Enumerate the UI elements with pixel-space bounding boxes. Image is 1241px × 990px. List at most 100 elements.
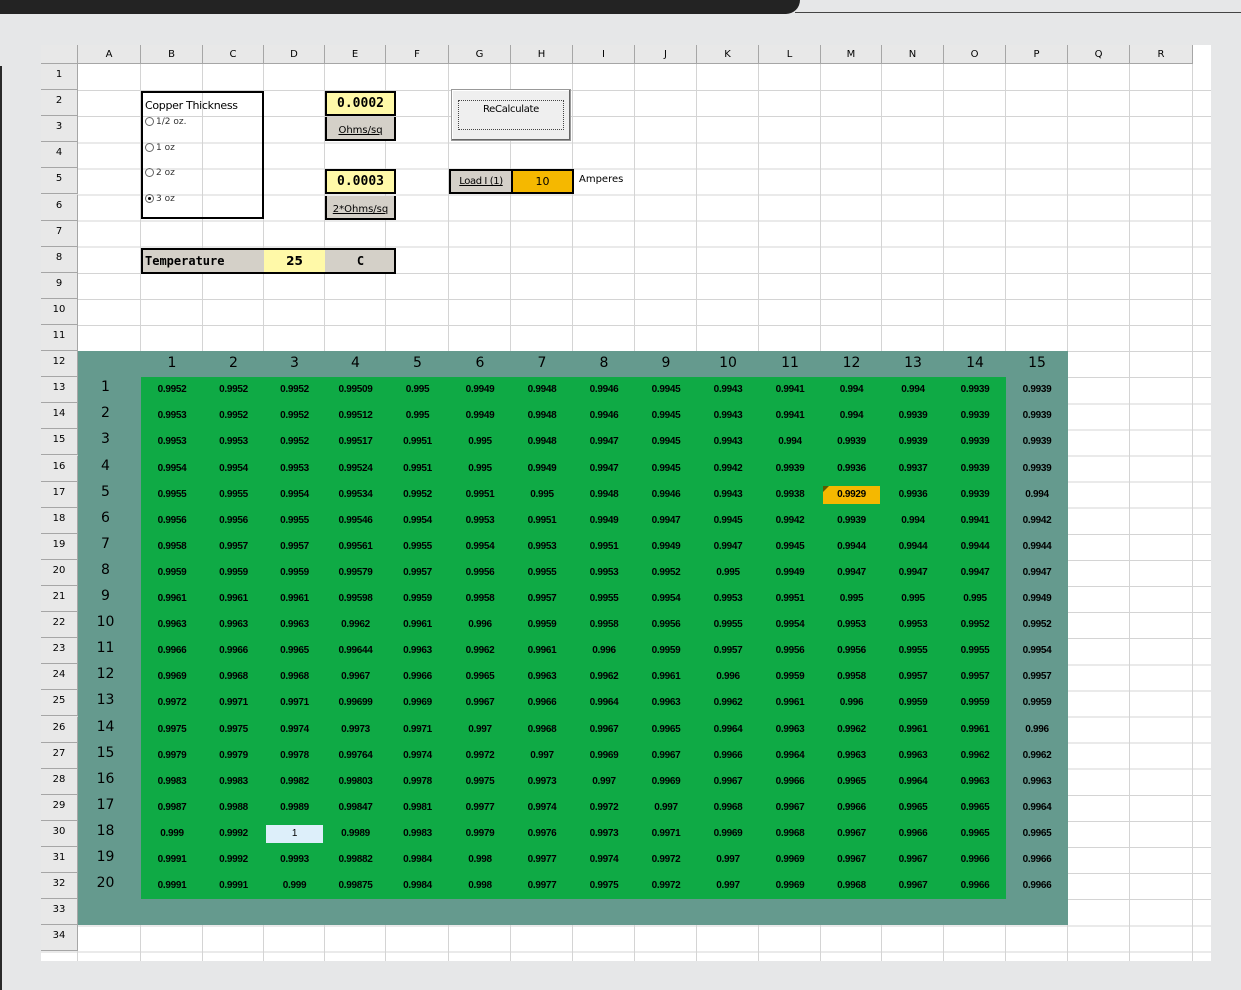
matrix-cell[interactable]: 0.999	[143, 825, 201, 843]
matrix-cell[interactable]: 0.9956	[143, 512, 201, 530]
matrix-cell[interactable]: 0.9964	[761, 747, 819, 765]
matrix-cell[interactable]: 0.9954	[388, 512, 447, 530]
matrix-cell[interactable]: 0.9972	[143, 694, 201, 712]
matrix-cell[interactable]: 0.9944	[884, 538, 942, 556]
matrix-cell[interactable]: 0.9951	[575, 538, 633, 556]
matrix-cell[interactable]: 0.9963	[143, 616, 201, 634]
matrix-cell[interactable]: 0.9965	[946, 825, 1004, 843]
matrix-cell[interactable]: 0.9955	[388, 538, 447, 556]
matrix-cell[interactable]: 0.99644	[327, 642, 384, 660]
matrix-cell[interactable]: 0.9962	[699, 694, 757, 712]
matrix-cell[interactable]: 0.9959	[761, 668, 819, 686]
matrix-cell[interactable]: 0.9949	[637, 538, 695, 556]
matrix-cell[interactable]: 0.9983	[205, 773, 262, 791]
matrix-cell[interactable]: 0.9966	[946, 877, 1004, 895]
resistance2-value[interactable]: 0.0003	[325, 169, 396, 195]
matrix-cell[interactable]: 0.9952	[205, 407, 262, 425]
matrix-cell[interactable]: 0.9973	[513, 773, 571, 791]
matrix-cell[interactable]: 0.9954	[143, 460, 201, 478]
matrix-cell[interactable]: 0.9974	[266, 721, 323, 739]
matrix-cell[interactable]: 0.9956	[205, 512, 262, 530]
matrix-cell[interactable]: 0.9943	[699, 486, 757, 504]
matrix-cell[interactable]: 0.9992	[205, 825, 262, 843]
matrix-cell[interactable]: 0.9972	[575, 799, 633, 817]
matrix-cell[interactable]: 0.9937	[884, 460, 942, 478]
matrix-cell[interactable]: 0.99598	[327, 590, 384, 608]
matrix-cell[interactable]: 0.9949	[451, 381, 509, 399]
matrix-cell[interactable]: 0.9977	[513, 851, 571, 869]
matrix-cell[interactable]: 0.9955	[946, 642, 1004, 660]
matrix-cell[interactable]: 0.9967	[761, 799, 819, 817]
matrix-cell[interactable]: 0.9968	[761, 825, 819, 843]
matrix-cell[interactable]: 0.9975	[143, 721, 201, 739]
matrix-cell[interactable]: 0.99803	[327, 773, 384, 791]
matrix-cell[interactable]: 0.9936	[884, 486, 942, 504]
matrix-cell[interactable]: 0.9953	[143, 433, 201, 451]
matrix-cell[interactable]: 0.9941	[946, 512, 1004, 530]
matrix-cell[interactable]: 0.9959	[388, 590, 447, 608]
matrix-cell[interactable]: 0.9945	[637, 460, 695, 478]
spreadsheet[interactable]: A B C D E F G H I J K L M N O P Q R 1 2 3 4 5 6 7 8 9 10 11 12 13 14 15 1…	[41, 45, 1211, 961]
matrix-cell[interactable]: 0.997	[513, 747, 571, 765]
matrix-cell[interactable]: 0.9949	[761, 564, 819, 582]
matrix-cell[interactable]: 0.9944	[1008, 538, 1066, 556]
matrix-cell[interactable]: 0.9984	[388, 877, 447, 895]
matrix-cell[interactable]: 0.9947	[884, 564, 942, 582]
matrix-cell[interactable]: 0.9991	[143, 877, 201, 895]
matrix-cell[interactable]: 0.9963	[637, 694, 695, 712]
matrix-cell[interactable]: 0.9955	[575, 590, 633, 608]
copper-option-0[interactable]: 1/2 oz.	[145, 117, 255, 131]
matrix-cell[interactable]: 0.9957	[388, 564, 447, 582]
matrix-cell[interactable]: 0.9945	[637, 407, 695, 425]
matrix-cell[interactable]: 0.9969	[575, 747, 633, 765]
matrix-cell[interactable]: 0.99764	[327, 747, 384, 765]
matrix-cell[interactable]: 0.9949	[1008, 590, 1066, 608]
matrix-cell[interactable]: 0.9975	[575, 877, 633, 895]
matrix-cell[interactable]: 0.997	[699, 877, 757, 895]
matrix-cell[interactable]: 0.9963	[388, 642, 447, 660]
matrix-cell[interactable]: 0.996	[575, 642, 633, 660]
matrix-cell[interactable]: 0.99561	[327, 538, 384, 556]
matrix-cell[interactable]: 0.9964	[884, 773, 942, 791]
matrix-cell[interactable]: 0.99699	[327, 694, 384, 712]
matrix-cell[interactable]: 0.9993	[266, 851, 323, 869]
matrix-cell[interactable]: 0.9953	[884, 616, 942, 634]
matrix-cell[interactable]: 0.9979	[143, 747, 201, 765]
matrix-cell[interactable]: 0.9957	[946, 668, 1004, 686]
matrix-cell[interactable]: 0.9965	[637, 721, 695, 739]
matrix-cell[interactable]: 0.9977	[451, 799, 509, 817]
matrix-cell[interactable]: 0.9954	[205, 460, 262, 478]
matrix-cell[interactable]: 0.9964	[1008, 799, 1066, 817]
matrix-cell[interactable]: 0.9954	[266, 486, 323, 504]
matrix-cell[interactable]: 0.9953	[699, 590, 757, 608]
matrix-cell[interactable]: 0.9975	[205, 721, 262, 739]
matrix-cell[interactable]: 0.9967	[575, 721, 633, 739]
matrix-cell[interactable]: 0.9956	[761, 642, 819, 660]
matrix-cell[interactable]: 0.9962	[823, 721, 880, 739]
matrix-cell[interactable]: 0.9983	[388, 825, 447, 843]
matrix-cell[interactable]: 0.9991	[143, 851, 201, 869]
matrix-cell[interactable]: 0.9989	[266, 799, 323, 817]
matrix-cell[interactable]: 0.999	[266, 877, 323, 895]
matrix-cell[interactable]: 0.99579	[327, 564, 384, 582]
matrix-cell[interactable]: 0.9942	[699, 460, 757, 478]
matrix-cell[interactable]: 0.9958	[823, 668, 880, 686]
matrix-cell[interactable]: 0.9952	[266, 407, 323, 425]
recalculate-button[interactable]: ReCalculate	[451, 89, 571, 142]
matrix-cell[interactable]: 0.9947	[575, 460, 633, 478]
matrix-cell[interactable]: 0.9967	[637, 747, 695, 765]
matrix-cell[interactable]: 0.99517	[327, 433, 384, 451]
matrix-cell[interactable]: 0.9961	[637, 668, 695, 686]
matrix-cell[interactable]: 0.9988	[205, 799, 262, 817]
matrix-cell[interactable]: 0.9954	[761, 616, 819, 634]
matrix-cell[interactable]: 0.9952	[1008, 616, 1066, 634]
matrix-cell[interactable]: 0.9951	[388, 433, 447, 451]
matrix-cell[interactable]: 0.9966	[761, 773, 819, 791]
matrix-cell[interactable]: 0.9966	[388, 668, 447, 686]
matrix-cell[interactable]: 0.9962	[1008, 747, 1066, 765]
matrix-cell[interactable]: 0.9972	[637, 851, 695, 869]
matrix-cell[interactable]: 0.9954	[637, 590, 695, 608]
matrix-cell[interactable]: 0.9941	[761, 407, 819, 425]
matrix-cell[interactable]: 0.9952	[143, 381, 201, 399]
matrix-cell[interactable]: 0.996	[823, 694, 880, 712]
